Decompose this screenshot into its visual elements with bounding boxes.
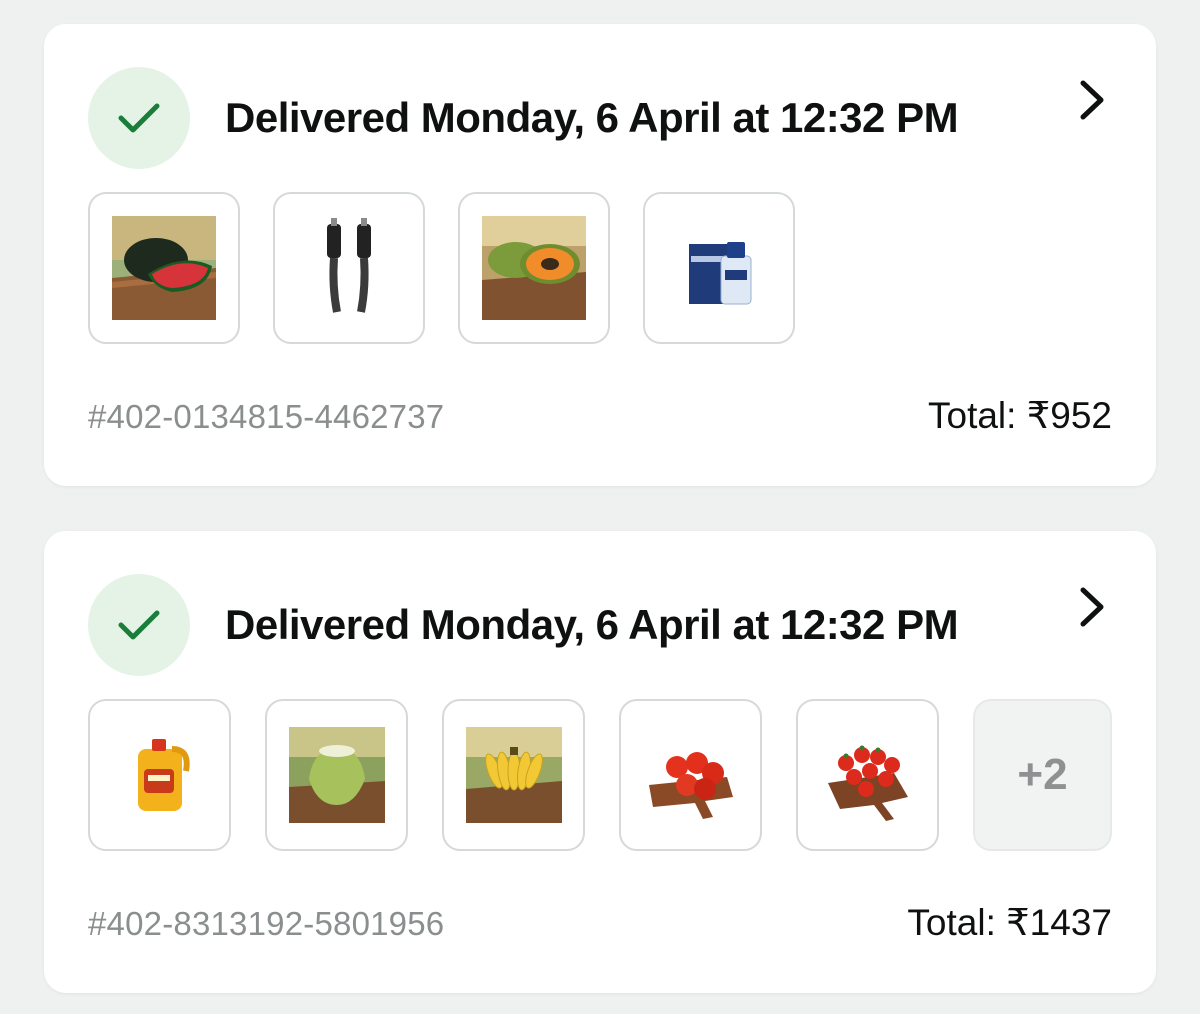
item-thumbnail-cherry-tomatoes[interactable]	[796, 699, 939, 851]
chevron-right-icon[interactable]	[1072, 585, 1112, 629]
tender-coconut-image	[288, 727, 385, 823]
order-id: #402-8313192-5801956	[88, 905, 445, 942]
item-thumbnail-tomatoes[interactable]	[619, 699, 762, 851]
orders-list: Delivered Monday, 6 April at 12:32 PM #4…	[0, 0, 1200, 1014]
delivered-status-badge	[88, 67, 190, 169]
gillette-after-shave-image	[667, 216, 771, 320]
bananas-image	[465, 727, 562, 823]
more-items-count: +2	[1017, 750, 1068, 799]
item-thumbnail-watermelon[interactable]	[88, 192, 240, 344]
item-thumbnail-bananas[interactable]	[442, 699, 585, 851]
order-id: #402-0134815-4462737	[88, 398, 445, 435]
order-card[interactable]: Delivered Monday, 6 April at 12:32 PM	[44, 531, 1156, 993]
cherry-tomatoes-image	[819, 727, 916, 823]
item-thumbnail-tender-coconut[interactable]	[265, 699, 408, 851]
saffola-cooking-oil-image	[111, 727, 208, 823]
more-items-button[interactable]: +2	[973, 699, 1112, 851]
watermelon-image	[112, 216, 216, 320]
item-thumbnail-papaya[interactable]	[458, 192, 610, 344]
delivery-status: Delivered Monday, 6 April at 12:32 PM	[225, 601, 959, 648]
item-thumbnail-gillette-after-shave[interactable]	[643, 192, 795, 344]
item-thumbnail-saffola-cooking-oil[interactable]	[88, 699, 231, 851]
order-total: Total: ₹952	[928, 395, 1112, 436]
papaya-image	[482, 216, 586, 320]
check-icon	[117, 608, 161, 642]
tomatoes-image	[642, 727, 739, 823]
item-thumbnail-usb-c-cable[interactable]	[273, 192, 425, 344]
order-card[interactable]: Delivered Monday, 6 April at 12:32 PM	[44, 24, 1156, 486]
order-total: Total: ₹1437	[907, 902, 1112, 943]
delivery-status: Delivered Monday, 6 April at 12:32 PM	[225, 94, 959, 141]
delivered-status-badge	[88, 574, 190, 676]
usb-c-cable-image	[297, 216, 401, 320]
chevron-right-icon[interactable]	[1072, 78, 1112, 122]
check-icon	[117, 101, 161, 135]
